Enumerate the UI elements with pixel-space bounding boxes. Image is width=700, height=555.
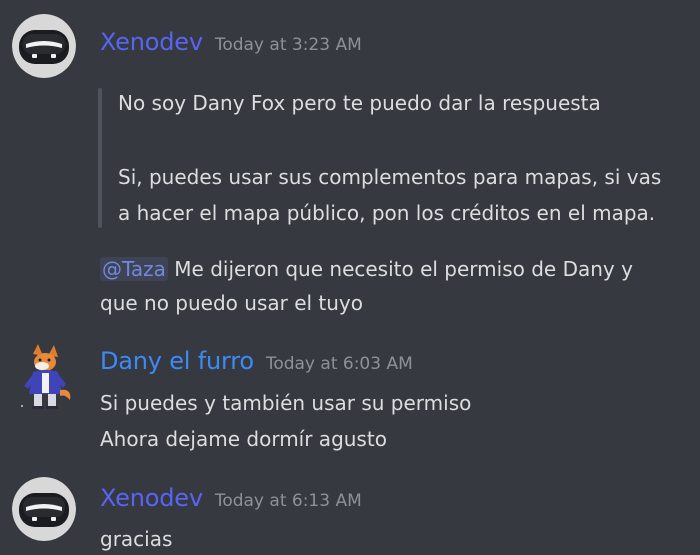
helmet-avatar-icon (12, 477, 76, 541)
blockquote-bar (98, 88, 102, 228)
message-text: @Taza Me dijeron que necesito el permiso… (100, 254, 633, 284)
fox-character-avatar-icon (21, 344, 71, 409)
username[interactable]: Dany el furro (100, 347, 254, 375)
user-avatar[interactable] (12, 477, 76, 541)
message-group-xenodev-1: Xenodev Today at 3:23 AM No soy Dany Fox… (0, 0, 700, 330)
message-text: Si puedes y también usar su permiso (100, 391, 472, 415)
timestamp[interactable]: Today at 3:23 AM (215, 35, 362, 55)
message-header: Dany el furro Today at 6:03 AM (100, 347, 413, 375)
quote-text: a hacer el mapa público, pon los crédito… (118, 201, 656, 225)
message-text-content: Me dijeron que necesito el permiso de Da… (167, 257, 633, 281)
message-header: Xenodev Today at 3:23 AM (100, 28, 362, 56)
username[interactable]: Xenodev (100, 484, 203, 512)
user-mention[interactable]: @Taza (100, 257, 168, 281)
username[interactable]: Xenodev (100, 28, 203, 56)
message-header: Xenodev Today at 6:13 AM (100, 484, 362, 512)
quote-text: No soy Dany Fox pero te puedo dar la res… (118, 91, 601, 115)
timestamp[interactable]: Today at 6:03 AM (266, 354, 413, 374)
message-text: Ahora dejame dormír agusto (100, 427, 387, 451)
message-group-xenodev-2: Xenodev Today at 6:13 AM gracias (0, 460, 700, 555)
user-avatar[interactable] (18, 344, 74, 410)
timestamp[interactable]: Today at 6:13 AM (215, 491, 362, 511)
helmet-avatar-icon (12, 14, 76, 78)
message-group-dany: Dany el furro Today at 6:03 AM Si puedes… (0, 330, 700, 460)
user-avatar[interactable] (12, 14, 76, 78)
quote-text: Si, puedes usar sus complementos para ma… (118, 165, 662, 189)
message-text: gracias (100, 527, 173, 551)
message-text: que no puedo usar el tuyo (100, 291, 364, 315)
